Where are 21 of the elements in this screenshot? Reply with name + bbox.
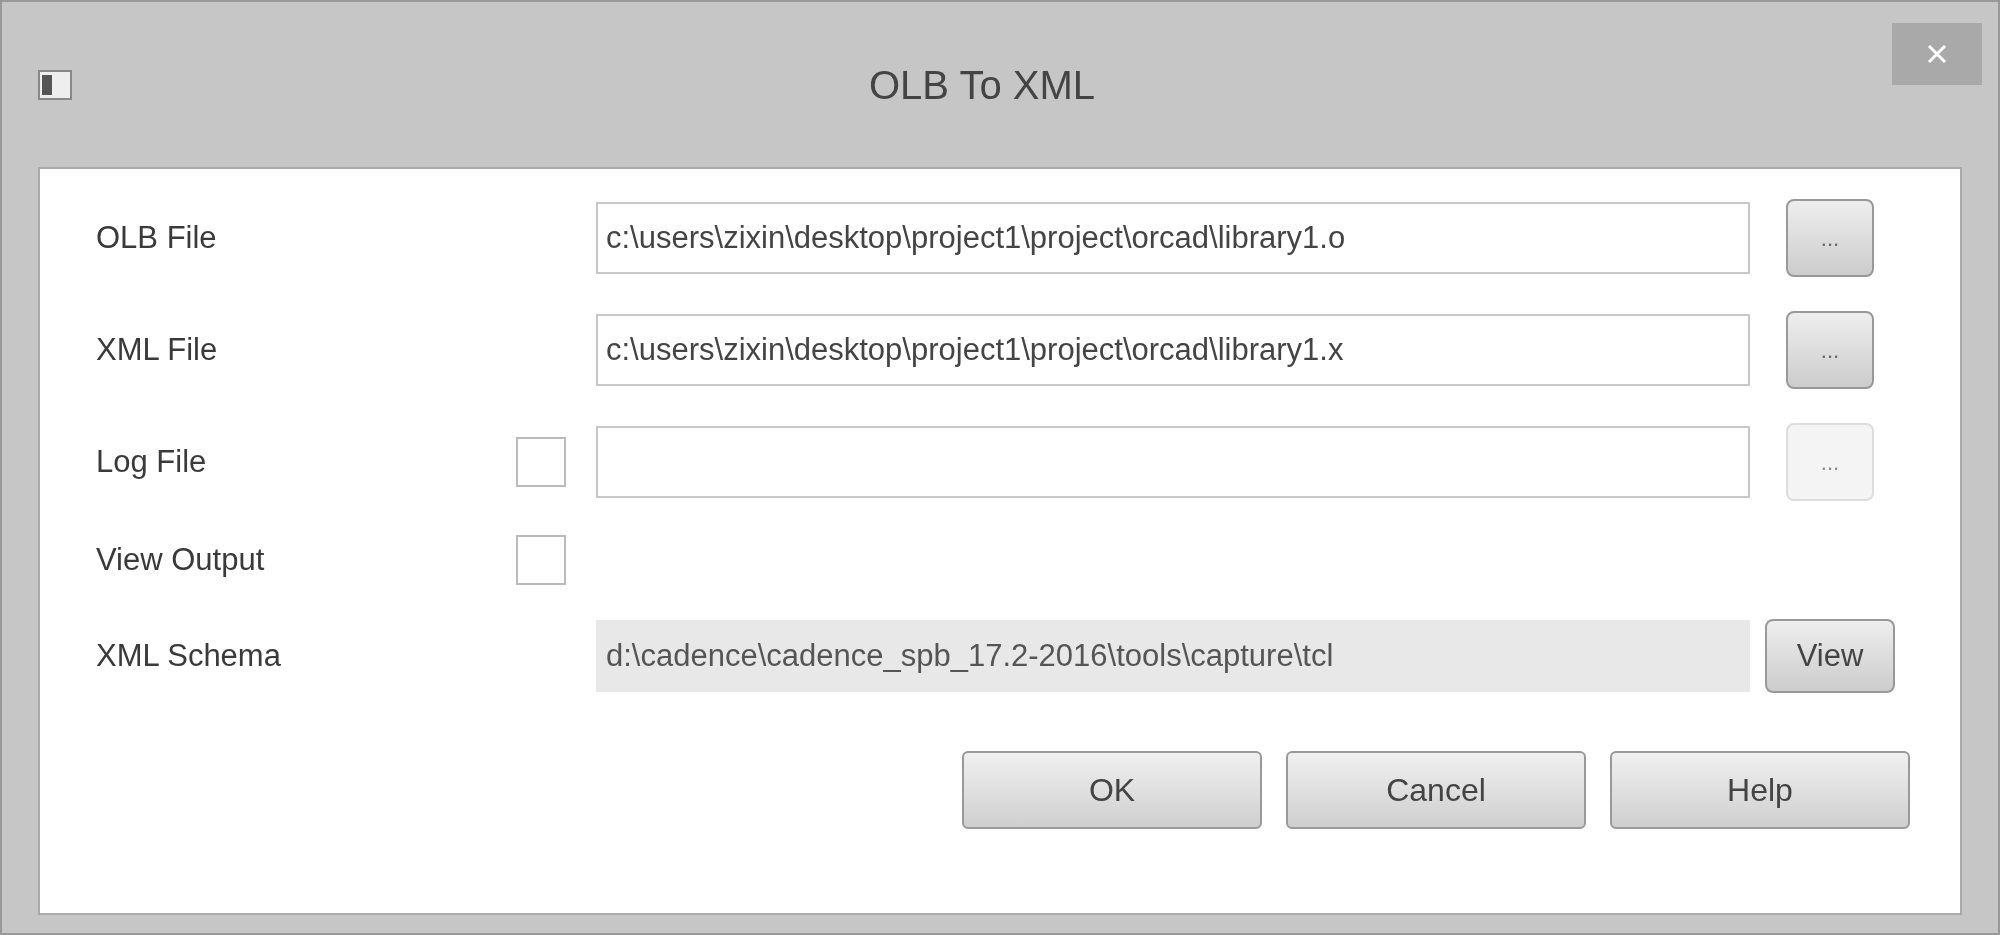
- browse-button[interactable]: ...: [1786, 311, 1874, 389]
- path-field[interactable]: d:\cadence\cadence_spb_17.2-2016\tools\capture\tcl: [596, 620, 1750, 692]
- window-title: OLB To XML: [867, 61, 1096, 109]
- browse-button[interactable]: ...: [1786, 199, 1874, 277]
- field-label: XML File: [96, 330, 219, 369]
- field-label: View Output: [96, 540, 266, 579]
- checkbox[interactable]: [516, 535, 566, 585]
- dialog-button[interactable]: OK: [962, 751, 1262, 829]
- dialog-button[interactable]: Help: [1610, 751, 1910, 829]
- checkbox[interactable]: [516, 437, 566, 487]
- path-field[interactable]: c:\users\zixin\desktop\project1\project\orcad\library1.o: [596, 202, 1750, 274]
- app-icon: [38, 69, 72, 100]
- view-button[interactable]: View: [1765, 619, 1895, 693]
- path-field[interactable]: [596, 426, 1750, 498]
- field-label: XML Schema: [96, 636, 282, 675]
- path-field[interactable]: c:\users\zixin\desktop\project1\project\orcad\library1.x: [596, 314, 1750, 386]
- dialog-button[interactable]: Cancel: [1286, 751, 1586, 829]
- field-label: OLB File: [96, 218, 218, 257]
- field-label: Log File: [96, 442, 208, 481]
- close-icon: [1926, 42, 1948, 65]
- close-button[interactable]: [1892, 22, 1982, 85]
